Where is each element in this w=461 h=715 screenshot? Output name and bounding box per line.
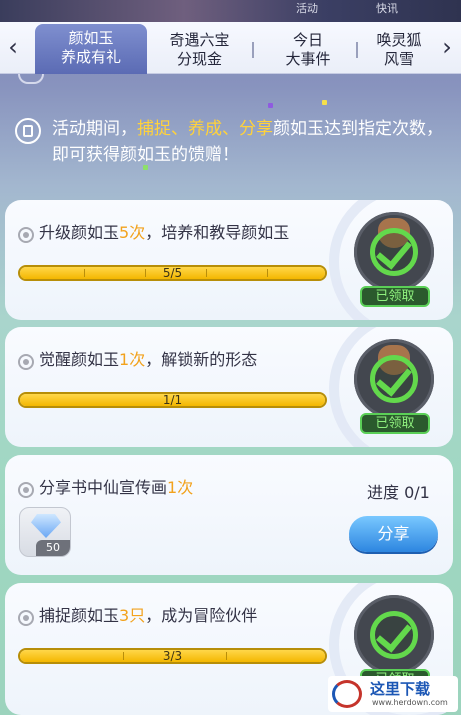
task-description: 升级颜如玉5次，培养和教导颜如玉: [39, 222, 289, 244]
top-strip-ghost-label: 活动: [296, 2, 318, 15]
checkmark-icon: [370, 355, 418, 403]
claimed-check-icon: [354, 595, 434, 675]
task-text-after: ，成为冒险伙伴: [145, 606, 258, 625]
task-count: 3只: [119, 606, 146, 625]
confetti: [322, 100, 327, 105]
watermark-logo: 这里下载 www.herdown.com: [328, 676, 458, 712]
share-button[interactable]: 分享: [349, 516, 438, 552]
progress-label: 1/1: [162, 393, 183, 407]
tab-bar: ‹ 颜如玉 养成有礼 奇遇六宝 分现金 今日 大事件 唤灵狐 风雪 ›: [0, 22, 461, 74]
tab-today[interactable]: 今日 大事件: [262, 26, 354, 72]
task-text-after: ，培养和教导颜如玉: [145, 223, 290, 242]
tab-label-line1: 颜如玉: [68, 29, 114, 47]
tab-yanruyu[interactable]: 颜如玉 养成有礼: [35, 24, 147, 74]
claimed-check-icon: [354, 212, 434, 292]
tab-label-line2: 风雪: [383, 50, 414, 68]
task-text-before: 分享书中仙宣传画: [39, 478, 168, 497]
tab-label-line1: 唤灵狐: [376, 31, 422, 49]
notice-highlight: 捕捉、养成、分享: [137, 119, 273, 139]
task-text-before: 觉醒颜如玉: [39, 350, 120, 369]
task-text-before: 捕捉颜如玉: [39, 606, 120, 625]
task-text-after: ，解锁新的形态: [145, 350, 258, 369]
tab-label-line2: 大事件: [285, 50, 331, 68]
progress-bar: 3/3: [18, 648, 327, 664]
task-text-before: 升级颜如玉: [39, 223, 120, 242]
claimed-status-button[interactable]: 已领取: [360, 286, 430, 307]
tab-label-line2: 养成有礼: [60, 48, 121, 66]
task-count: 5次: [119, 223, 146, 242]
top-strip-ghost-label: 快讯: [376, 2, 398, 15]
task-bullet-icon: [18, 227, 34, 243]
task-bullet-icon: [18, 610, 34, 626]
top-strip: 活动 快讯: [0, 0, 461, 22]
tab-huanlinghu[interactable]: 唤灵狐 风雪: [366, 26, 432, 72]
task-description: 分享书中仙宣传画1次: [39, 477, 193, 499]
claimed-check-icon: [354, 339, 434, 419]
checkmark-icon: [370, 228, 418, 276]
watermark-logo-icon: [332, 680, 362, 708]
task-description: 觉醒颜如玉1次，解锁新的形态: [39, 349, 257, 371]
watermark-url: www.herdown.com: [372, 698, 448, 707]
watermark-title: 这里下载: [370, 680, 431, 698]
progress-text: 进度 0/1: [367, 483, 430, 502]
tab-label-line1: 奇遇六宝: [169, 31, 230, 49]
task-bullet-icon: [18, 482, 34, 498]
progress-label: 5/5: [162, 266, 183, 280]
task-description: 捕捉颜如玉3只，成为冒险伙伴: [39, 605, 257, 627]
tab-label-line2: 分现金: [176, 50, 222, 68]
notice-prefix: 活动期间，: [52, 119, 137, 139]
task-card-upgrade: 升级颜如玉5次，培养和教导颜如玉 5/5 已领取: [5, 200, 453, 320]
chevron-right-icon[interactable]: ›: [436, 32, 458, 64]
checkmark-icon: [370, 611, 418, 659]
decorative-ring: [18, 74, 44, 84]
task-count: 1次: [167, 478, 194, 497]
tab-separator: [356, 42, 358, 58]
progress-bar: 5/5: [18, 265, 327, 281]
confetti: [268, 103, 273, 108]
task-count: 1次: [119, 350, 146, 369]
diamond-gem-icon: [31, 514, 61, 538]
notice-icon: [15, 118, 41, 144]
progress-label: 3/3: [162, 649, 183, 663]
task-bullet-icon: [18, 354, 34, 370]
claimed-status-button[interactable]: 已领取: [360, 413, 430, 434]
progress-bar: 1/1: [18, 392, 327, 408]
reward-count: 50: [36, 540, 70, 556]
tab-qiyu[interactable]: 奇遇六宝 分现金: [152, 26, 247, 72]
task-card-share: 分享书中仙宣传画1次 50 进度 0/1 分享: [5, 455, 453, 575]
tab-label-line1: 今日: [292, 31, 323, 49]
tab-separator: [252, 42, 254, 58]
reward-item: 50: [19, 507, 71, 557]
event-notice: 活动期间，捕捉、养成、分享颜如玉达到指定次数，即可获得颜如玉的馈赠！: [52, 116, 447, 168]
chevron-left-icon[interactable]: ‹: [2, 32, 24, 64]
task-card-awaken: 觉醒颜如玉1次，解锁新的形态 1/1 已领取: [5, 327, 453, 447]
